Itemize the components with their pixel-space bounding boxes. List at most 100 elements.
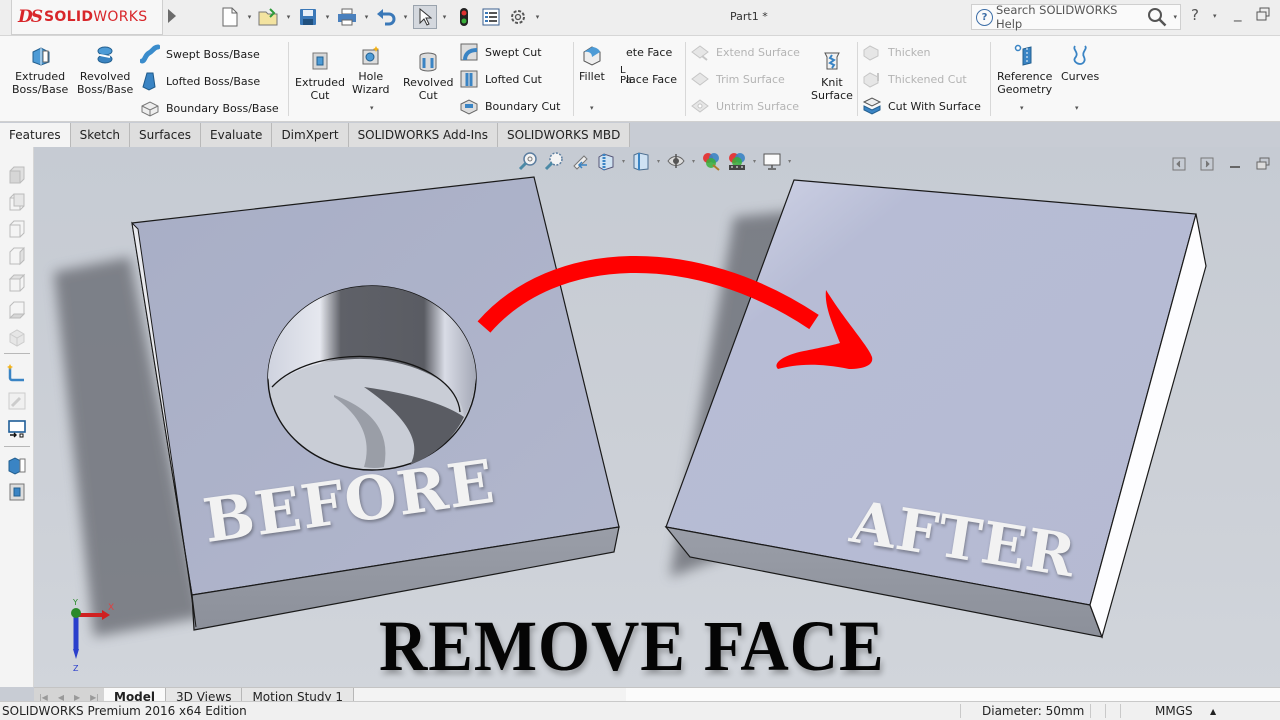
hide-show-dropdown[interactable]: ▾ <box>692 158 695 165</box>
revolved-boss-button[interactable]: Revolved Boss/Base <box>77 44 133 96</box>
select-dropdown[interactable]: ▾ <box>440 5 449 29</box>
section-view-icon[interactable] <box>596 151 616 171</box>
revolved-cut-button[interactable]: Revolved Cut <box>403 50 453 102</box>
left-view-icon[interactable] <box>7 219 27 239</box>
revolved-cut-icon <box>419 52 437 72</box>
back-view-icon[interactable] <box>7 192 27 212</box>
view-settings-icon[interactable] <box>762 151 782 171</box>
print-dropdown[interactable]: ▾ <box>362 5 371 29</box>
extruded-cut-button[interactable]: Extruded Cut <box>295 50 345 102</box>
trim-surface-label: Trim Surface <box>716 72 785 86</box>
open-button[interactable] <box>257 5 281 29</box>
boundary-cut-label: Boundary Cut <box>485 99 561 113</box>
select-button[interactable] <box>413 5 437 29</box>
undo-dropdown[interactable]: ▾ <box>401 5 410 29</box>
view-orientation-dropdown[interactable]: ▾ <box>657 158 660 165</box>
extruded-boss-shortcut-icon[interactable] <box>7 455 27 475</box>
options-button[interactable] <box>506 5 530 29</box>
open-dropdown[interactable]: ▾ <box>284 5 293 29</box>
logo-bold: SOLID <box>44 9 94 25</box>
lofted-boss-button[interactable]: Lofted Boss/Base <box>140 71 260 91</box>
reference-geometry-button[interactable]: Reference Geometry <box>997 44 1052 96</box>
zoom-to-area-icon[interactable] <box>544 151 564 171</box>
collapse-left-icon[interactable] <box>1172 157 1186 171</box>
curves-button[interactable]: Curves <box>1061 44 1099 83</box>
extruded-cut-shortcut-icon[interactable] <box>7 482 27 502</box>
delete-face-button[interactable]: ete Face <box>626 46 672 59</box>
hole-wizard-dropdown-icon[interactable]: ▾ <box>370 104 374 112</box>
curves-dropdown-icon[interactable]: ▾ <box>1075 104 1079 112</box>
print-button[interactable] <box>335 5 359 29</box>
search-icon[interactable] <box>1147 7 1167 27</box>
viewport-restore-icon[interactable] <box>1256 157 1270 171</box>
rebuild-button[interactable] <box>452 5 476 29</box>
help-search-input[interactable]: Search SOLIDWORKS Help <box>996 3 1144 31</box>
reference-geometry-dropdown-icon[interactable]: ▾ <box>1020 104 1024 112</box>
smart-dimension-icon[interactable] <box>7 391 27 411</box>
untrim-surface-button[interactable]: Untrim Surface <box>690 96 799 116</box>
zoom-to-fit-icon[interactable] <box>518 151 538 171</box>
collapse-right-icon[interactable] <box>1200 157 1214 171</box>
boundary-boss-button[interactable]: Boundary Boss/Base <box>140 98 279 118</box>
previous-view-icon[interactable] <box>570 151 590 171</box>
knit-surface-button[interactable]: Knit Surface <box>811 50 853 102</box>
fillet-dropdown-icon[interactable]: ▾ <box>590 104 594 112</box>
help-menu-button[interactable]: ? <box>1191 6 1199 24</box>
new-document-button[interactable] <box>218 5 242 29</box>
solidworks-logo[interactable]: DS SOLIDWORKS <box>11 0 163 35</box>
right-view-icon[interactable] <box>7 246 27 266</box>
thicken-button[interactable]: Thicken <box>862 42 931 62</box>
replace-face-button[interactable]: lace Face <box>626 73 677 86</box>
tab-surfaces[interactable]: Surfaces <box>130 123 202 147</box>
swept-cut-button[interactable]: Swept Cut <box>459 42 542 62</box>
tab-solidworks-mbd[interactable]: SOLIDWORKS MBD <box>498 123 631 147</box>
apply-scene-dropdown[interactable]: ▾ <box>753 158 756 165</box>
graphics-area[interactable]: ▾ ▾ ▾ ▾ ▾ BEFORE AFTER REMOVE FACE X Y Z <box>34 147 1280 687</box>
hide-show-items-icon[interactable] <box>666 151 686 171</box>
save-dropdown[interactable]: ▾ <box>323 5 332 29</box>
display-pane-icon[interactable] <box>7 419 27 439</box>
minimize-icon[interactable]: _ <box>1234 4 1242 22</box>
thickened-cut-button[interactable]: Thickened Cut <box>862 69 967 89</box>
view-orientation-toolbar <box>0 147 40 687</box>
file-properties-button[interactable] <box>479 5 503 29</box>
isometric-view-icon[interactable] <box>7 327 27 347</box>
view-settings-dropdown[interactable]: ▾ <box>788 158 791 165</box>
tab-dimxpert[interactable]: DimXpert <box>272 123 349 147</box>
help-search-box[interactable]: ? Search SOLIDWORKS Help ▾ <box>971 3 1181 31</box>
trim-surface-button[interactable]: Trim Surface <box>690 69 785 89</box>
hole-wizard-button[interactable]: Hole Wizard <box>352 44 390 96</box>
status-separator <box>1105 704 1106 718</box>
tab-solidworks-add-ins[interactable]: SOLIDWORKS Add-Ins <box>348 123 498 147</box>
sketch-icon[interactable] <box>7 362 27 382</box>
section-view-dropdown[interactable]: ▾ <box>622 158 625 165</box>
save-button[interactable] <box>296 5 320 29</box>
search-dropdown-icon[interactable]: ▾ <box>1170 13 1180 21</box>
help-dropdown-icon[interactable]: ▾ <box>1213 12 1217 20</box>
boundary-cut-button[interactable]: Boundary Cut <box>459 96 560 116</box>
viewport-minimize-icon[interactable] <box>1228 157 1242 171</box>
top-view-icon[interactable] <box>7 273 27 293</box>
view-orientation-icon[interactable] <box>631 151 651 171</box>
tab-evaluate[interactable]: Evaluate <box>201 123 273 147</box>
extruded-boss-button[interactable]: Extruded Boss/Base <box>12 44 68 96</box>
lofted-cut-button[interactable]: Lofted Cut <box>459 69 542 89</box>
fillet-button[interactable]: Fillet <box>579 44 605 83</box>
bottom-view-icon[interactable] <box>7 300 27 320</box>
properties-icon <box>482 8 500 26</box>
apply-scene-icon[interactable] <box>727 151 747 171</box>
tab-features[interactable]: Features <box>0 123 71 147</box>
new-dropdown[interactable]: ▾ <box>245 5 254 29</box>
cut-with-surface-button[interactable]: Cut With Surface <box>862 96 981 116</box>
options-dropdown[interactable]: ▾ <box>533 5 542 29</box>
restore-window-icon[interactable] <box>1256 7 1270 25</box>
undo-button[interactable] <box>374 5 398 29</box>
extend-surface-button[interactable]: Extend Surface <box>690 42 800 62</box>
edit-appearance-icon[interactable] <box>701 151 721 171</box>
tab-sketch[interactable]: Sketch <box>70 123 131 147</box>
status-units[interactable]: MMGS <box>1155 704 1193 718</box>
front-view-icon[interactable] <box>7 165 27 185</box>
menu-expand-arrow-icon[interactable] <box>168 9 176 23</box>
units-popup-icon[interactable]: ▲ <box>1210 707 1216 716</box>
swept-boss-button[interactable]: Swept Boss/Base <box>140 44 260 64</box>
